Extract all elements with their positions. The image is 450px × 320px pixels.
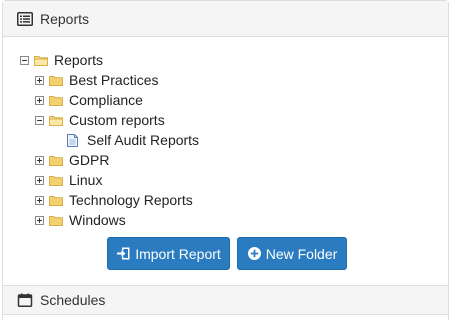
tree-node-reports-root[interactable]: Reports <box>20 50 103 70</box>
folder-icon <box>49 95 63 106</box>
tree-node-linux[interactable]: Linux <box>35 170 102 190</box>
import-report-label: Import Report <box>135 245 221 262</box>
tree-node-label: Self Audit Reports <box>87 132 200 148</box>
import-report-button[interactable]: Import Report <box>107 237 230 270</box>
new-folder-label: New Folder <box>265 245 338 262</box>
tree-node-best-practices[interactable]: Best Practices <box>35 70 158 90</box>
expand-toggle-icon[interactable] <box>35 195 44 205</box>
tree-node-label: Reports <box>54 52 104 68</box>
list-alt-icon <box>17 11 33 26</box>
tree-node-gdpr[interactable]: GDPR <box>35 150 109 170</box>
tree-node-label: Technology Reports <box>69 192 193 208</box>
tree-node-label: Linux <box>69 172 103 188</box>
expand-toggle-icon[interactable] <box>35 215 44 225</box>
tree-node-windows[interactable]: Windows <box>35 210 126 230</box>
new-folder-button[interactable]: New Folder <box>237 237 347 270</box>
tree-node-custom-reports[interactable]: Custom reports <box>35 110 165 130</box>
plus-circle-icon <box>247 247 261 260</box>
folder-icon <box>49 75 63 86</box>
tree-node-label: GDPR <box>69 152 110 168</box>
tree-node-technology-reports[interactable]: Technology Reports <box>35 190 193 210</box>
tree-node-label: Compliance <box>69 92 143 108</box>
folder-icon <box>49 175 63 186</box>
schedules-panel-title: Schedules <box>40 292 106 308</box>
document-icon <box>67 133 78 147</box>
import-icon <box>117 247 130 260</box>
expand-toggle-icon[interactable] <box>35 95 44 105</box>
expand-toggle-icon[interactable] <box>35 175 44 185</box>
folder-icon <box>49 195 63 206</box>
folder-open-icon <box>49 115 63 126</box>
expand-toggle-icon[interactable] <box>35 75 44 85</box>
folder-icon <box>49 155 63 166</box>
tree-node-label: Windows <box>69 212 126 228</box>
folder-icon <box>49 215 63 226</box>
schedules-panel-heading[interactable]: Schedules <box>3 286 448 315</box>
collapse-toggle-icon[interactable] <box>35 115 44 125</box>
tree-node-label: Custom reports <box>69 112 165 128</box>
reports-panel-title: Reports <box>40 10 90 27</box>
folder-open-icon <box>34 55 48 66</box>
schedules-panel: Schedules <box>2 285 449 320</box>
calendar-icon <box>17 293 33 307</box>
reports-panel-heading: Reports <box>3 1 448 37</box>
tree-node-self-audit-reports[interactable]: Self Audit Reports <box>67 130 199 150</box>
expand-toggle-icon[interactable] <box>35 155 44 165</box>
collapse-toggle-icon[interactable] <box>20 55 29 65</box>
tree-node-compliance[interactable]: Compliance <box>35 90 143 110</box>
tree-node-label: Best Practices <box>69 72 159 88</box>
